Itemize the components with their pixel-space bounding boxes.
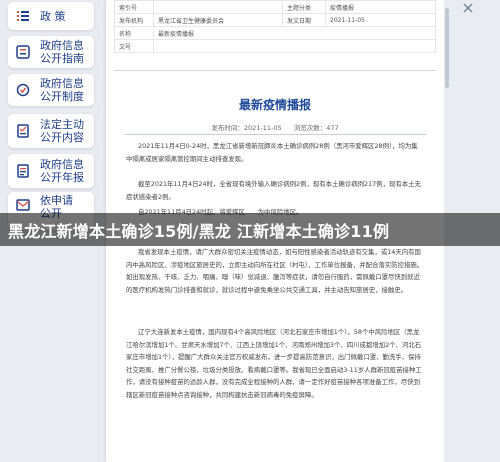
caption-banner: 黑龙江新增本土确诊15例/黑龙 江新增本土确诊11例 [0, 213, 500, 246]
caption-text: 黑龙江新增本土确诊15例/黑龙 江新增本土确诊11例 [8, 221, 390, 241]
top-bar [450, 0, 500, 18]
meta-value: 2021-11-05 [325, 13, 436, 27]
sidebar-item-info-guide[interactable]: 政府信息 公开指南 [8, 36, 94, 68]
metadata-table: 索引号 主题分类 疫情播报 发布机构 黑龙江省卫生健康委员会 发文日期 2021… [114, 0, 436, 53]
meta-label: 发文日期 [282, 13, 326, 27]
sidebar-item-label: 法定主动 公开内容 [40, 118, 84, 144]
paragraph: 截至2021年11月4日24时，全省现有境外输入确诊病例2例，现有本土确诊病例2… [126, 180, 421, 201]
sidebar-item-label: 政府信息 公开年报 [40, 158, 84, 184]
meta-label: 主题分类 [282, 0, 326, 14]
page-title: 最新疫情播报 [238, 98, 311, 112]
view-count: 浏览次数：477 [293, 124, 339, 132]
meta-value [153, 39, 436, 53]
regulation-icon [16, 83, 30, 97]
sidebar-item-annual-report[interactable]: 政府信息 公开年报 [8, 154, 94, 188]
sidebar-item-policy[interactable]: 政 策 [8, 2, 94, 30]
publish-info: 发布时间：2021-11-05 浏览次数：477 [106, 122, 444, 132]
apply-icon [16, 199, 30, 211]
annual-report-icon [17, 164, 29, 178]
meta-value: 疫情播报 [325, 0, 436, 14]
meta-label: 名称 [114, 26, 154, 40]
meta-value: 最新疫情播报 [153, 26, 436, 40]
meta-label: 文号 [114, 39, 154, 53]
publish-time: 发布时间：2021-11-05 [211, 124, 282, 132]
sidebar-item-label: 政府信息 公开指南 [40, 39, 84, 65]
sidebar-item-statutory[interactable]: 法定主动 公开内容 [8, 114, 94, 148]
scrollbar-thumb[interactable] [445, 8, 449, 88]
paragraph: 2021年11月4日0-24时，黑龙江省新增新冠肺炎本土确诊病例28例（黑河市爱… [126, 142, 418, 163]
meta-value: 黑龙江省卫生健康委员会 [153, 13, 283, 27]
checklist-icon [17, 124, 29, 138]
list-icon [17, 11, 29, 21]
meta-label: 发布机构 [114, 13, 154, 27]
info-guide-icon [16, 45, 30, 59]
divider [114, 70, 436, 71]
sidebar-item-regulation[interactable]: 政府信息 公开制度 [8, 74, 94, 106]
close-icon[interactable] [462, 2, 474, 14]
sidebar-item-label: 政府信息 公开制度 [40, 77, 84, 103]
paragraph: 我省发现本土疫情，请广大群众密切关注疫情动态，如与阳性感染者活动轨迹有交集，或1… [126, 248, 424, 294]
paragraph: 辽宁大连新发本土疫情，国内现有4个高风险地区（河北石家庄市增加1个），58个中风… [126, 328, 422, 399]
meta-label: 索引号 [114, 0, 154, 14]
meta-value [153, 0, 283, 14]
sidebar-item-label: 政 策 [40, 9, 66, 23]
divider [124, 134, 426, 135]
